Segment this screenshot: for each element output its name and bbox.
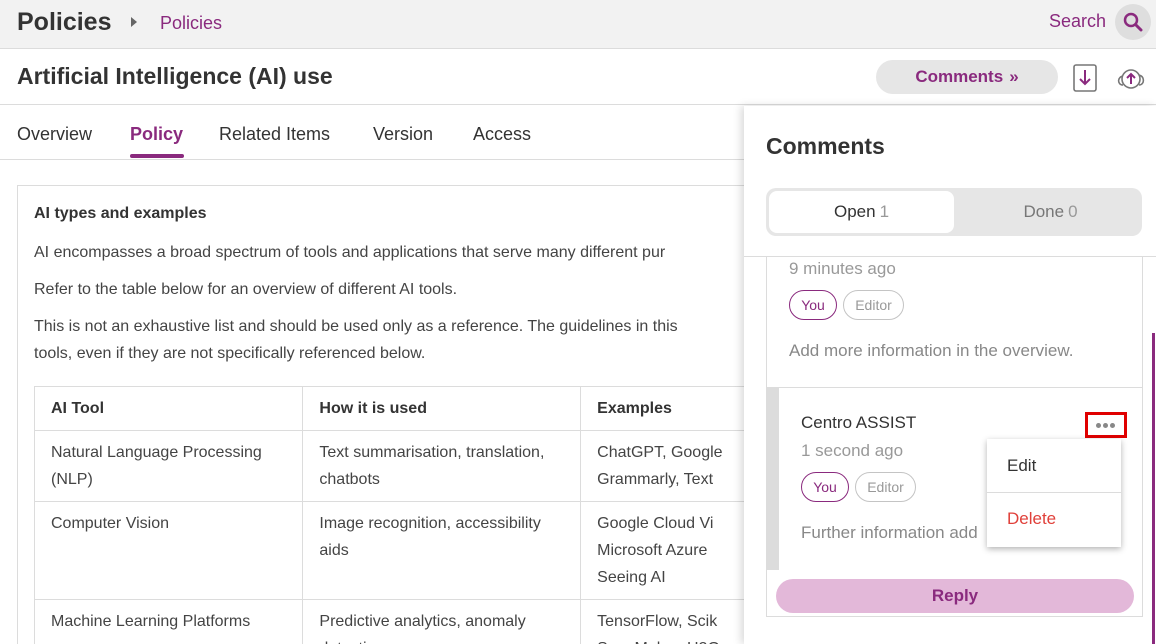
comment-options-menu: Edit Delete: [987, 439, 1121, 547]
search-label[interactable]: Search: [1049, 11, 1106, 32]
tab-overview[interactable]: Overview: [17, 124, 92, 145]
reply-button[interactable]: Reply: [776, 579, 1134, 613]
tab-done-comments[interactable]: Done 0: [962, 191, 1139, 233]
dot-icon: [1096, 423, 1101, 428]
table-cell: Predictive analytics, anomaly detection: [302, 599, 582, 644]
active-tab-indicator: [130, 154, 184, 158]
upload-cloud-icon[interactable]: [1115, 63, 1147, 93]
menu-separator: [987, 492, 1121, 493]
breadcrumb-arrow-icon: [131, 17, 137, 27]
document-header: Artificial Intelligence (AI) use Comment…: [0, 50, 1156, 105]
breadcrumb-policies-link[interactable]: Policies: [160, 13, 222, 34]
paragraph-reference: Refer to the table below for an overview…: [34, 281, 458, 298]
menu-item-delete[interactable]: Delete: [1007, 509, 1056, 529]
policy-tabs: Overview Policy Related Items Version Ac…: [0, 106, 744, 160]
ai-tools-table: AI Tool How it is used Examples Natural …: [33, 386, 776, 644]
paragraph-disclaimer-line2: tools, even if they are not specifically…: [34, 345, 426, 362]
document-title: Artificial Intelligence (AI) use: [17, 63, 333, 89]
double-chevron-right-icon: »: [1009, 67, 1019, 86]
tab-access[interactable]: Access: [473, 124, 531, 145]
dot-icon: [1110, 423, 1115, 428]
done-count: 0: [1068, 202, 1078, 221]
dot-icon: [1103, 423, 1108, 428]
paragraph-disclaimer-line1: This is not an exhaustive list and shoul…: [34, 318, 678, 335]
open-count: 1: [879, 202, 890, 221]
top-bar: Policies Policies Search: [0, 0, 1156, 49]
reply-indent-bar: [767, 388, 779, 570]
comments-panel: Comments Open 1 Done 0 9 minutes ago You E…: [744, 106, 1156, 644]
comments-toggle-button[interactable]: Comments »: [876, 60, 1058, 94]
you-chip: You: [789, 290, 837, 320]
tab-version[interactable]: Version: [373, 124, 433, 145]
comment-timestamp: 9 minutes ago: [789, 259, 896, 278]
reply-timestamp: 1 second ago: [801, 441, 904, 460]
reply-text: Further information add: [801, 523, 978, 542]
you-chip: You: [801, 472, 849, 502]
tab-related-items[interactable]: Related Items: [219, 124, 330, 145]
editor-chip: Editor: [855, 472, 916, 502]
table-header: AI Tool: [33, 386, 304, 431]
comment-text: Add more information in the overview.: [789, 341, 1074, 360]
editor-chip: Editor: [843, 290, 904, 320]
paragraph-intro: AI encompasses a broad spectrum of tools…: [34, 244, 666, 261]
done-label: Done: [1023, 202, 1065, 221]
search-icon: [1123, 12, 1143, 32]
download-icon[interactable]: [1072, 63, 1098, 93]
table-cell: Image recognition, accessibility aids: [302, 501, 582, 600]
reply-author: Centro ASSIST: [801, 413, 917, 432]
open-label: Open: [833, 202, 876, 221]
comment-thread: 9 minutes ago You Editor Add more inform…: [766, 257, 1143, 617]
app-title: Policies: [17, 8, 112, 36]
comments-panel-title: Comments: [766, 133, 885, 159]
table-cell: Machine Learning Platforms: [33, 599, 304, 644]
menu-item-edit[interactable]: Edit: [1007, 456, 1036, 476]
table-cell: Computer Vision: [33, 501, 304, 600]
panel-scrollbar[interactable]: [1152, 333, 1155, 644]
section-heading: AI types and examples: [34, 205, 207, 222]
comments-filter: Open 1 Done 0: [766, 188, 1142, 236]
table-header: How it is used: [302, 386, 582, 431]
tab-policy[interactable]: Policy: [130, 124, 183, 145]
table-row: Machine Learning Platforms Predictive an…: [33, 599, 776, 644]
table-row: Computer Vision Image recognition, acces…: [33, 501, 776, 600]
table-row: Natural Language Processing (NLP) Text s…: [33, 430, 776, 502]
comments-toggle-label: Comments: [915, 67, 1004, 86]
table-cell: Text summarisation, translation, chatbot…: [302, 430, 582, 502]
more-options-button[interactable]: [1085, 412, 1127, 438]
table-cell: Natural Language Processing (NLP): [33, 430, 304, 502]
policy-content: AI types and examples AI encompasses a b…: [17, 185, 777, 644]
tab-open-comments[interactable]: Open 1: [769, 191, 954, 233]
search-button[interactable]: [1115, 4, 1151, 40]
table-header-row: AI Tool How it is used Examples: [33, 386, 776, 431]
